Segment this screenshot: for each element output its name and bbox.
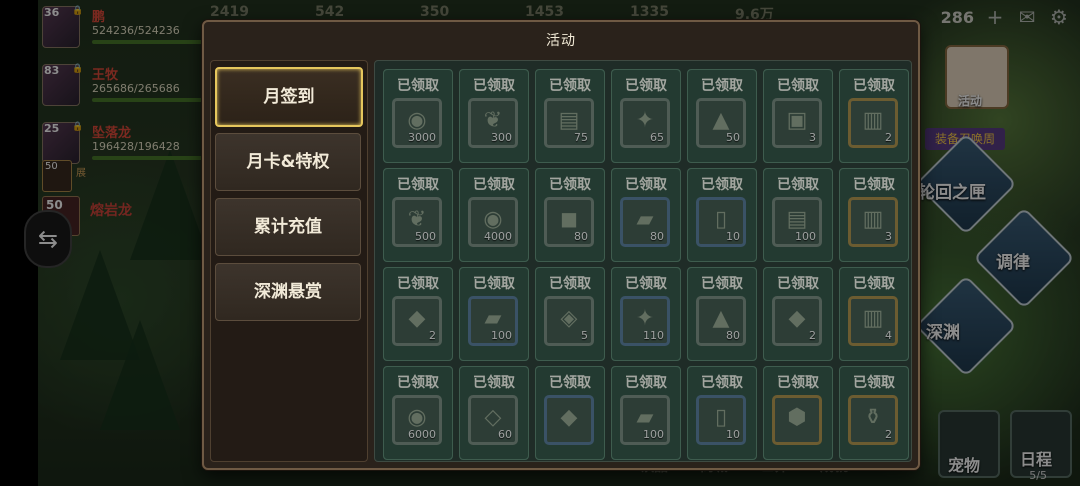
claimed-overlay — [688, 169, 756, 261]
claimed-overlay — [536, 367, 604, 459]
reward-cell[interactable]: 已领取 ◉ 4000 — [459, 168, 529, 262]
signin-reward-grid: 已领取 ◉ 3000 已领取 ❦ 300 已领取 ▤ 75 已领取 ✦ 65 已领取 ▲ 50 已领取 ▣ 3 已领… — [374, 60, 912, 462]
claimed-overlay — [536, 70, 604, 162]
reward-cell[interactable]: 已领取 ▰ 80 — [611, 168, 681, 262]
claimed-overlay — [612, 268, 680, 360]
reward-cell[interactable]: 已领取 ▰ 100 — [459, 267, 529, 361]
tab-abyss-bounty[interactable]: 深渊悬赏 — [215, 263, 361, 321]
reward-cell[interactable]: 已领取 ▥ 3 — [839, 168, 909, 262]
reward-cell[interactable]: 已领取 ❦ 300 — [459, 69, 529, 163]
claimed-overlay — [840, 70, 908, 162]
claimed-overlay — [840, 367, 908, 459]
claimed-overlay — [460, 268, 528, 360]
reward-cell[interactable]: 已领取 ✦ 65 — [611, 69, 681, 163]
reward-cell[interactable]: 已领取 ◼ 80 — [535, 168, 605, 262]
claimed-overlay — [384, 169, 452, 261]
claimed-overlay — [764, 367, 832, 459]
reward-cell[interactable]: 已领取 ❦ 500 — [383, 168, 453, 262]
claimed-overlay — [840, 268, 908, 360]
claimed-overlay — [384, 367, 452, 459]
claimed-overlay — [840, 169, 908, 261]
reward-cell[interactable]: 已领取 ◉ 3000 — [383, 69, 453, 163]
reward-cell[interactable]: 已领取 ▲ 50 — [687, 69, 757, 163]
activity-modal: 活动 月签到 月卡&特权 累计充值 深渊悬赏 已领取 ◉ 3000 已领取 ❦ 300 已领… — [202, 20, 920, 470]
reward-cell[interactable]: 已领取 ⚱ 2 — [839, 366, 909, 460]
claimed-overlay — [688, 268, 756, 360]
reward-cell[interactable]: 已领取 ✦ 110 — [611, 267, 681, 361]
reward-cell[interactable]: 已领取 ◆ 2 — [763, 267, 833, 361]
claimed-overlay — [612, 70, 680, 162]
reward-cell[interactable]: 已领取 ▯ 10 — [687, 366, 757, 460]
tab-list: 月签到 月卡&特权 累计充值 深渊悬赏 — [210, 60, 368, 462]
claimed-overlay — [536, 268, 604, 360]
reward-cell[interactable]: 已领取 ◈ 5 — [535, 267, 605, 361]
reward-cell[interactable]: 已领取 ▥ 2 — [839, 69, 909, 163]
claimed-overlay — [536, 169, 604, 261]
reward-cell[interactable]: 已领取 ▲ 80 — [687, 267, 757, 361]
claimed-overlay — [460, 367, 528, 459]
reward-cell[interactable]: 已领取 ⬢ — [763, 366, 833, 460]
claimed-overlay — [612, 169, 680, 261]
claimed-overlay — [384, 268, 452, 360]
reward-cell[interactable]: 已领取 ▰ 100 — [611, 366, 681, 460]
reward-cell[interactable]: 已领取 ◉ 6000 — [383, 366, 453, 460]
tab-cumulative-recharge[interactable]: 累计充值 — [215, 198, 361, 256]
reward-cell[interactable]: 已领取 ▤ 100 — [763, 168, 833, 262]
reward-cell[interactable]: 已领取 ◆ — [535, 366, 605, 460]
tab-monthly-card[interactable]: 月卡&特权 — [215, 133, 361, 191]
reward-cell[interactable]: 已领取 ◇ 60 — [459, 366, 529, 460]
reward-cell[interactable]: 已领取 ▤ 75 — [535, 69, 605, 163]
reward-cell[interactable]: 已领取 ▥ 4 — [839, 267, 909, 361]
claimed-overlay — [460, 169, 528, 261]
claimed-overlay — [764, 268, 832, 360]
claimed-overlay — [384, 70, 452, 162]
modal-title: 活动 — [546, 33, 576, 49]
tab-monthly-signin[interactable]: 月签到 — [215, 67, 363, 127]
reward-cell[interactable]: 已领取 ▣ 3 — [763, 69, 833, 163]
claimed-overlay — [612, 367, 680, 459]
claimed-overlay — [688, 70, 756, 162]
claimed-overlay — [688, 367, 756, 459]
claimed-overlay — [764, 70, 832, 162]
reward-cell[interactable]: 已领取 ▯ 10 — [687, 168, 757, 262]
claimed-overlay — [764, 169, 832, 261]
reward-cell[interactable]: 已领取 ◆ 2 — [383, 267, 453, 361]
claimed-overlay — [460, 70, 528, 162]
